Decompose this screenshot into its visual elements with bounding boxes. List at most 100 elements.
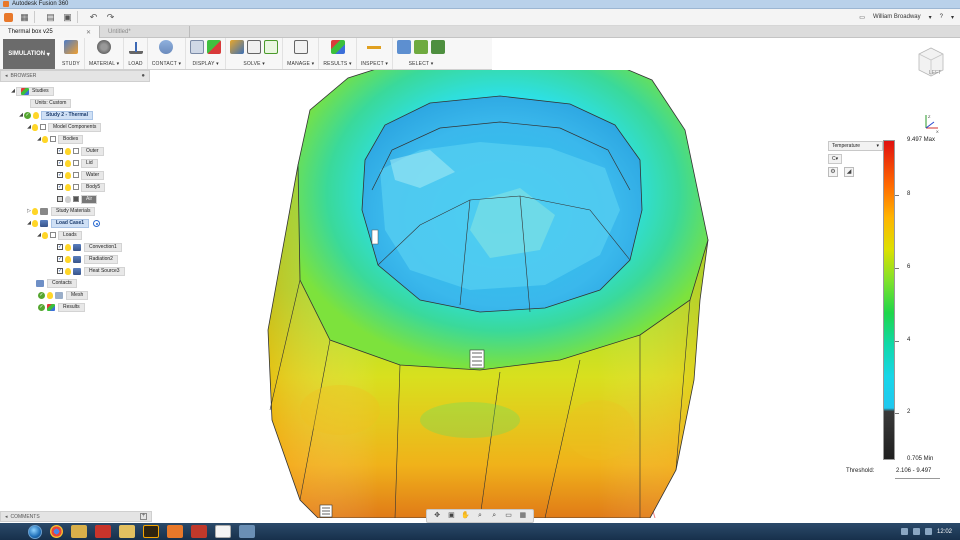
activate-radio-icon[interactable]	[93, 219, 101, 227]
comments-panel[interactable]: ◂ COMMENTS +	[0, 511, 152, 522]
threshold-value[interactable]: 2.106 - 9.497	[896, 468, 931, 474]
tree-row-water[interactable]: Water	[57, 170, 105, 180]
gear-icon[interactable]: ⚙	[828, 167, 838, 177]
illustrator-icon[interactable]	[143, 525, 159, 538]
fit-icon[interactable]: ⌕	[489, 511, 499, 521]
visibility-bulb-icon[interactable]	[65, 195, 71, 203]
tree-row-model-components[interactable]: ◢ Model Components	[26, 122, 102, 132]
tree-row-mesh[interactable]: ✓ Mesh	[38, 290, 89, 300]
tree-row-load-case[interactable]: ◢ Load Case1	[26, 218, 101, 228]
inspect-group[interactable]: INSPECT ▾	[357, 38, 394, 69]
include-checkbox[interactable]	[57, 196, 63, 202]
include-checkbox[interactable]	[57, 184, 63, 190]
tree-row-units[interactable]: Units: Custom	[30, 98, 72, 108]
fusion-360-taskbar-icon[interactable]	[215, 525, 231, 538]
tree-row-lid[interactable]: Lid	[57, 158, 98, 168]
include-checkbox[interactable]	[57, 268, 63, 274]
results-group[interactable]: RESULTS ▾	[319, 38, 357, 69]
view-cube[interactable]: LEFT	[915, 44, 947, 80]
include-checkbox[interactable]	[57, 172, 63, 178]
tab-untitled[interactable]: Untitled*	[100, 26, 190, 38]
select-group[interactable]: SELECT ▾	[393, 38, 449, 69]
include-checkbox[interactable]	[57, 244, 63, 250]
look-at-icon[interactable]: ▣	[446, 511, 456, 521]
add-comment-icon[interactable]: +	[140, 513, 147, 520]
tree-row-radiation[interactable]: Radiation2	[57, 254, 118, 264]
orbit-icon[interactable]: ✥	[432, 511, 442, 521]
visibility-bulb-icon[interactable]	[65, 255, 71, 263]
visibility-bulb-icon[interactable]	[65, 159, 71, 167]
include-checkbox[interactable]	[57, 256, 63, 262]
visibility-bulb-icon[interactable]	[32, 207, 38, 215]
tree-row-study-materials[interactable]: ▷ Study Materials	[26, 206, 96, 216]
undo-icon[interactable]: ↶	[88, 12, 99, 23]
zoom-icon[interactable]: ⌕	[475, 511, 485, 521]
fusion-taskbar-icon[interactable]	[167, 525, 183, 538]
tray-icon[interactable]	[900, 528, 908, 535]
display-settings-icon[interactable]: ▭	[504, 511, 514, 521]
unit-dropdown[interactable]: C ▾	[828, 154, 842, 164]
contact-group[interactable]: CONTACT ▾	[148, 38, 187, 69]
file-icon[interactable]: ▤	[45, 12, 56, 23]
tab-thermal-box[interactable]: Thermal box v25 ✕	[0, 26, 100, 38]
visibility-bulb-icon[interactable]	[65, 267, 71, 275]
tree-row-study[interactable]: ◢ ✓ Study 2 - Thermal	[18, 110, 93, 120]
display-group[interactable]: DISPLAY ▾	[186, 38, 227, 69]
tree-row-body5[interactable]: Body5	[57, 182, 106, 192]
include-checkbox[interactable]	[57, 148, 63, 154]
tree-row-outer[interactable]: Outer	[57, 146, 104, 156]
pan-icon[interactable]: ✋	[461, 511, 471, 521]
chevron-down-icon[interactable]: ▾	[951, 14, 954, 21]
visibility-bulb-icon[interactable]	[42, 135, 48, 143]
file-manager-icon[interactable]	[71, 525, 87, 538]
data-panel-icon[interactable]: ▦	[19, 12, 30, 23]
window-icon[interactable]	[239, 525, 255, 538]
load-group[interactable]: LOAD	[124, 38, 148, 69]
clock[interactable]: 12:02	[937, 529, 952, 535]
help-icon[interactable]: ?	[940, 14, 943, 20]
tree-row-studies[interactable]: ◢ Studies	[10, 86, 54, 96]
tree-row-results[interactable]: ✓ Results	[38, 302, 85, 312]
visibility-bulb-icon[interactable]	[33, 111, 39, 119]
save-icon[interactable]: ▣	[62, 12, 73, 23]
threshold-slider[interactable]	[895, 478, 940, 479]
tree-row-contacts[interactable]: Contacts	[36, 278, 77, 288]
visibility-bulb-icon[interactable]	[32, 219, 38, 227]
visibility-bulb-icon[interactable]	[42, 231, 48, 239]
pin-icon[interactable]: ●	[141, 73, 145, 79]
material-group[interactable]: MATERIAL ▾	[85, 38, 125, 69]
tree-row-bodies[interactable]: ◢ Bodies	[36, 134, 84, 144]
visibility-bulb-icon[interactable]	[32, 123, 38, 131]
close-icon[interactable]: ✕	[86, 29, 91, 36]
collapse-icon[interactable]: ◂	[5, 73, 8, 79]
redo-icon[interactable]: ↷	[105, 12, 116, 23]
result-type-dropdown[interactable]: Temperature ▾	[828, 141, 883, 151]
explorer-icon[interactable]	[119, 525, 135, 538]
volume-icon[interactable]	[924, 528, 932, 535]
chrome-icon[interactable]	[50, 525, 63, 538]
tree-row-convection[interactable]: Convection1	[57, 242, 122, 252]
user-name[interactable]: William Broadway	[873, 14, 921, 20]
app-icon[interactable]	[191, 525, 207, 538]
notification-icon[interactable]: ▭	[859, 14, 865, 21]
browser-header[interactable]: ◂ BROWSER ●	[0, 70, 150, 82]
tree-row-air[interactable]: Air	[57, 194, 98, 204]
include-checkbox[interactable]	[57, 160, 63, 166]
network-icon[interactable]	[912, 528, 920, 535]
visibility-bulb-icon[interactable]	[65, 243, 71, 251]
study-group[interactable]: STUDY	[58, 38, 85, 69]
acrobat-icon[interactable]	[95, 525, 111, 538]
visibility-bulb-icon[interactable]	[65, 147, 71, 155]
start-button[interactable]	[28, 524, 42, 539]
visibility-bulb-icon[interactable]	[65, 183, 71, 191]
solve-group[interactable]: SOLVE ▾	[226, 38, 284, 69]
tree-row-loads[interactable]: ◢ Loads	[36, 230, 82, 240]
tree-row-heat-source[interactable]: Heat Source3	[57, 266, 125, 276]
chevron-down-icon[interactable]: ▾	[929, 14, 932, 21]
manage-group[interactable]: MANAGE ▾	[283, 38, 320, 69]
collapse-icon[interactable]: ◂	[5, 514, 8, 520]
scale-icon[interactable]: ◢	[844, 167, 854, 177]
visibility-bulb-icon[interactable]	[65, 171, 71, 179]
workspace-switcher-button[interactable]: SIMULATION ▾	[3, 39, 55, 69]
visibility-bulb-icon[interactable]	[47, 291, 53, 299]
